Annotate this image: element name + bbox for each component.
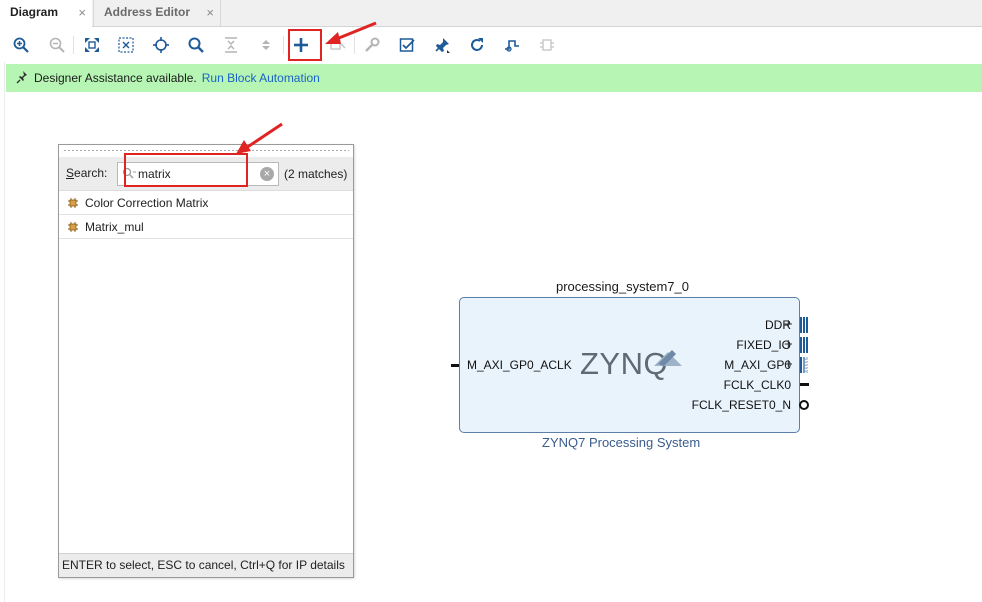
clear-search-icon[interactable]: × — [260, 167, 274, 181]
result-label: Matrix_mul — [85, 219, 144, 234]
designer-assistance-banner: Designer Assistance available. Run Block… — [6, 64, 982, 92]
port-fclk-reset0-n: FCLK_RESET0_N — [691, 398, 791, 412]
result-label: Color Correction Matrix — [85, 195, 209, 210]
route-icon[interactable] — [501, 34, 523, 56]
toolbar-separator — [73, 36, 74, 54]
port-fixed-io: FIXED_IO — [736, 338, 791, 352]
regenerate-icon[interactable] — [466, 34, 488, 56]
run-block-automation-link[interactable]: Run Block Automation — [202, 71, 320, 85]
fit-selection-icon[interactable] — [115, 34, 137, 56]
port-fclk-clk0: FCLK_CLK0 — [723, 378, 791, 392]
popup-footer-hint: ENTER to select, ESC to cancel, Ctrl+Q f… — [59, 553, 353, 577]
tab-address-editor[interactable]: Address Editor × — [93, 0, 221, 27]
expand-port-icon[interactable]: + — [784, 337, 793, 352]
diagram-toolbar — [0, 28, 982, 62]
assistance-message: Designer Assistance available. — [34, 71, 197, 85]
vivado-block-design-window: Diagram × Address Editor × Designer Assi… — [0, 0, 982, 602]
search-annotation-box — [124, 153, 248, 187]
ip-core-icon — [67, 221, 79, 233]
tab-address-editor-label: Address Editor — [104, 5, 191, 19]
zoom-in-icon[interactable] — [10, 34, 32, 56]
interface-bus-icon[interactable] — [800, 357, 808, 373]
block-ip-caption: ZYNQ7 Processing System — [542, 435, 701, 450]
tab-diagram-label: Diagram — [10, 5, 59, 19]
interface-bus-icon[interactable] — [800, 337, 808, 353]
popup-drag-handle[interactable] — [63, 149, 349, 152]
port-m-axi-gp0: M_AXI_GP0 — [724, 358, 791, 372]
port-m-axi-gp0-aclk: M_AXI_GP0_ACLK — [467, 358, 572, 372]
add-ip-search-popup: Search: matrix × (2 matches) Color Corre… — [58, 144, 354, 578]
search-icon[interactable] — [185, 34, 207, 56]
list-item[interactable]: Matrix_mul — [59, 215, 353, 239]
pushpin-icon — [16, 70, 28, 87]
zynq-logo-swoosh-icon — [654, 350, 682, 366]
annotation-arrow-icon — [236, 122, 283, 154]
list-item[interactable]: Color Correction Matrix — [59, 191, 353, 215]
tab-address-editor-close-icon[interactable]: × — [206, 0, 214, 25]
expand-port-icon[interactable]: + — [784, 357, 793, 372]
optimize-icon[interactable] — [536, 34, 558, 56]
tab-diagram-close-icon[interactable]: × — [78, 0, 86, 25]
expand-port-icon[interactable]: + — [784, 317, 793, 332]
search-label-text: earch: — [74, 166, 108, 180]
port-pin-inverted[interactable] — [799, 400, 809, 410]
search-label: Search: — [66, 166, 107, 180]
ip-core-icon — [67, 197, 79, 209]
add-ip-annotation-box — [288, 29, 322, 61]
block-instance-name: processing_system7_0 — [556, 279, 689, 294]
annotation-arrow-icon — [325, 21, 377, 44]
tab-bar: Diagram × Address Editor × — [0, 0, 982, 27]
match-count: (2 matches) — [284, 167, 348, 181]
search-results-list: Color Correction Matrix Matrix_mul — [59, 191, 353, 239]
fit-full-icon[interactable] — [81, 34, 103, 56]
search-label-mnemonic: S — [66, 166, 75, 180]
toolbar-separator — [283, 36, 284, 54]
pin-icon[interactable] — [431, 34, 453, 56]
collapse-all-icon[interactable] — [220, 34, 242, 56]
port-pin[interactable] — [800, 383, 809, 386]
autofit-icon[interactable] — [150, 34, 172, 56]
interface-bus-icon[interactable] — [800, 317, 808, 333]
port-pin[interactable] — [451, 364, 459, 367]
validate-icon[interactable] — [396, 34, 418, 56]
expand-all-icon[interactable] — [255, 34, 277, 56]
zoom-out-icon[interactable] — [46, 34, 68, 56]
canvas-left-border — [4, 62, 5, 602]
tab-diagram[interactable]: Diagram × — [0, 0, 92, 27]
